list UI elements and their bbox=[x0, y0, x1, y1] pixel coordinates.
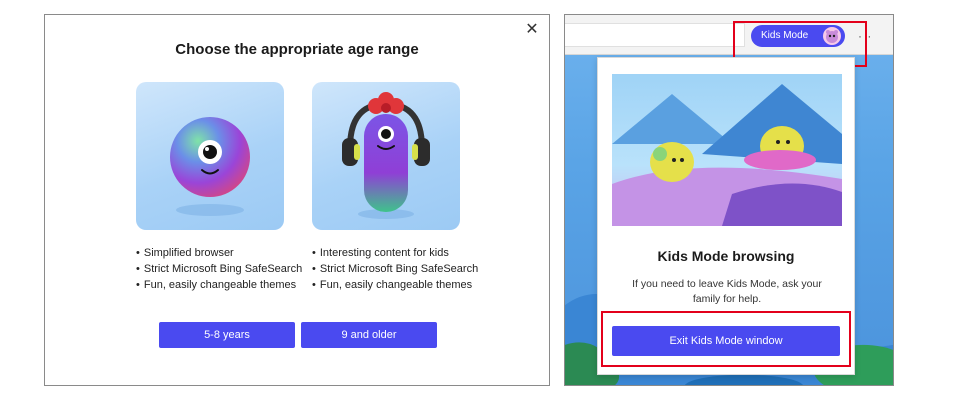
feature-list-5-8: Simplified browser Strict Microsoft Bing… bbox=[136, 245, 302, 293]
close-icon[interactable]: ✕ bbox=[524, 22, 540, 38]
highlight-box bbox=[601, 311, 851, 367]
headphones-character-icon bbox=[342, 92, 430, 219]
age-card-5-8[interactable] bbox=[136, 82, 284, 230]
age-range-dialog: ✕ Choose the appropriate age range • Sim… bbox=[44, 14, 550, 386]
one-eyed-ball-icon bbox=[170, 117, 250, 216]
dialog-title: Choose the appropriate age range bbox=[175, 41, 419, 58]
age-5-8-button[interactable]: 5-8 years bbox=[159, 322, 295, 348]
kids-mode-illustration bbox=[612, 74, 842, 226]
popup-description: If you need to leave Kids Mode, ask your… bbox=[632, 278, 822, 305]
age-card-9-older[interactable] bbox=[312, 82, 460, 230]
feature-list-9-older: Interesting content for kids Strict Micr… bbox=[312, 245, 478, 293]
browser-window: Kids Mode · · Kids Mode browsing If you … bbox=[564, 14, 894, 386]
feature-item: Simplified browser bbox=[136, 245, 302, 261]
age-9-older-button[interactable]: 9 and older bbox=[301, 322, 437, 348]
feature-item: Strict Microsoft Bing SafeSearch bbox=[312, 261, 478, 277]
feature-item: Interesting content for kids bbox=[312, 245, 478, 261]
popup-title: Kids Mode browsing bbox=[657, 248, 795, 264]
feature-item: Fun, easily changeable themes bbox=[312, 277, 478, 293]
address-bar[interactable] bbox=[565, 23, 745, 47]
feature-item: Fun, easily changeable themes bbox=[136, 277, 302, 293]
feature-item: Strict Microsoft Bing SafeSearch bbox=[136, 261, 302, 277]
